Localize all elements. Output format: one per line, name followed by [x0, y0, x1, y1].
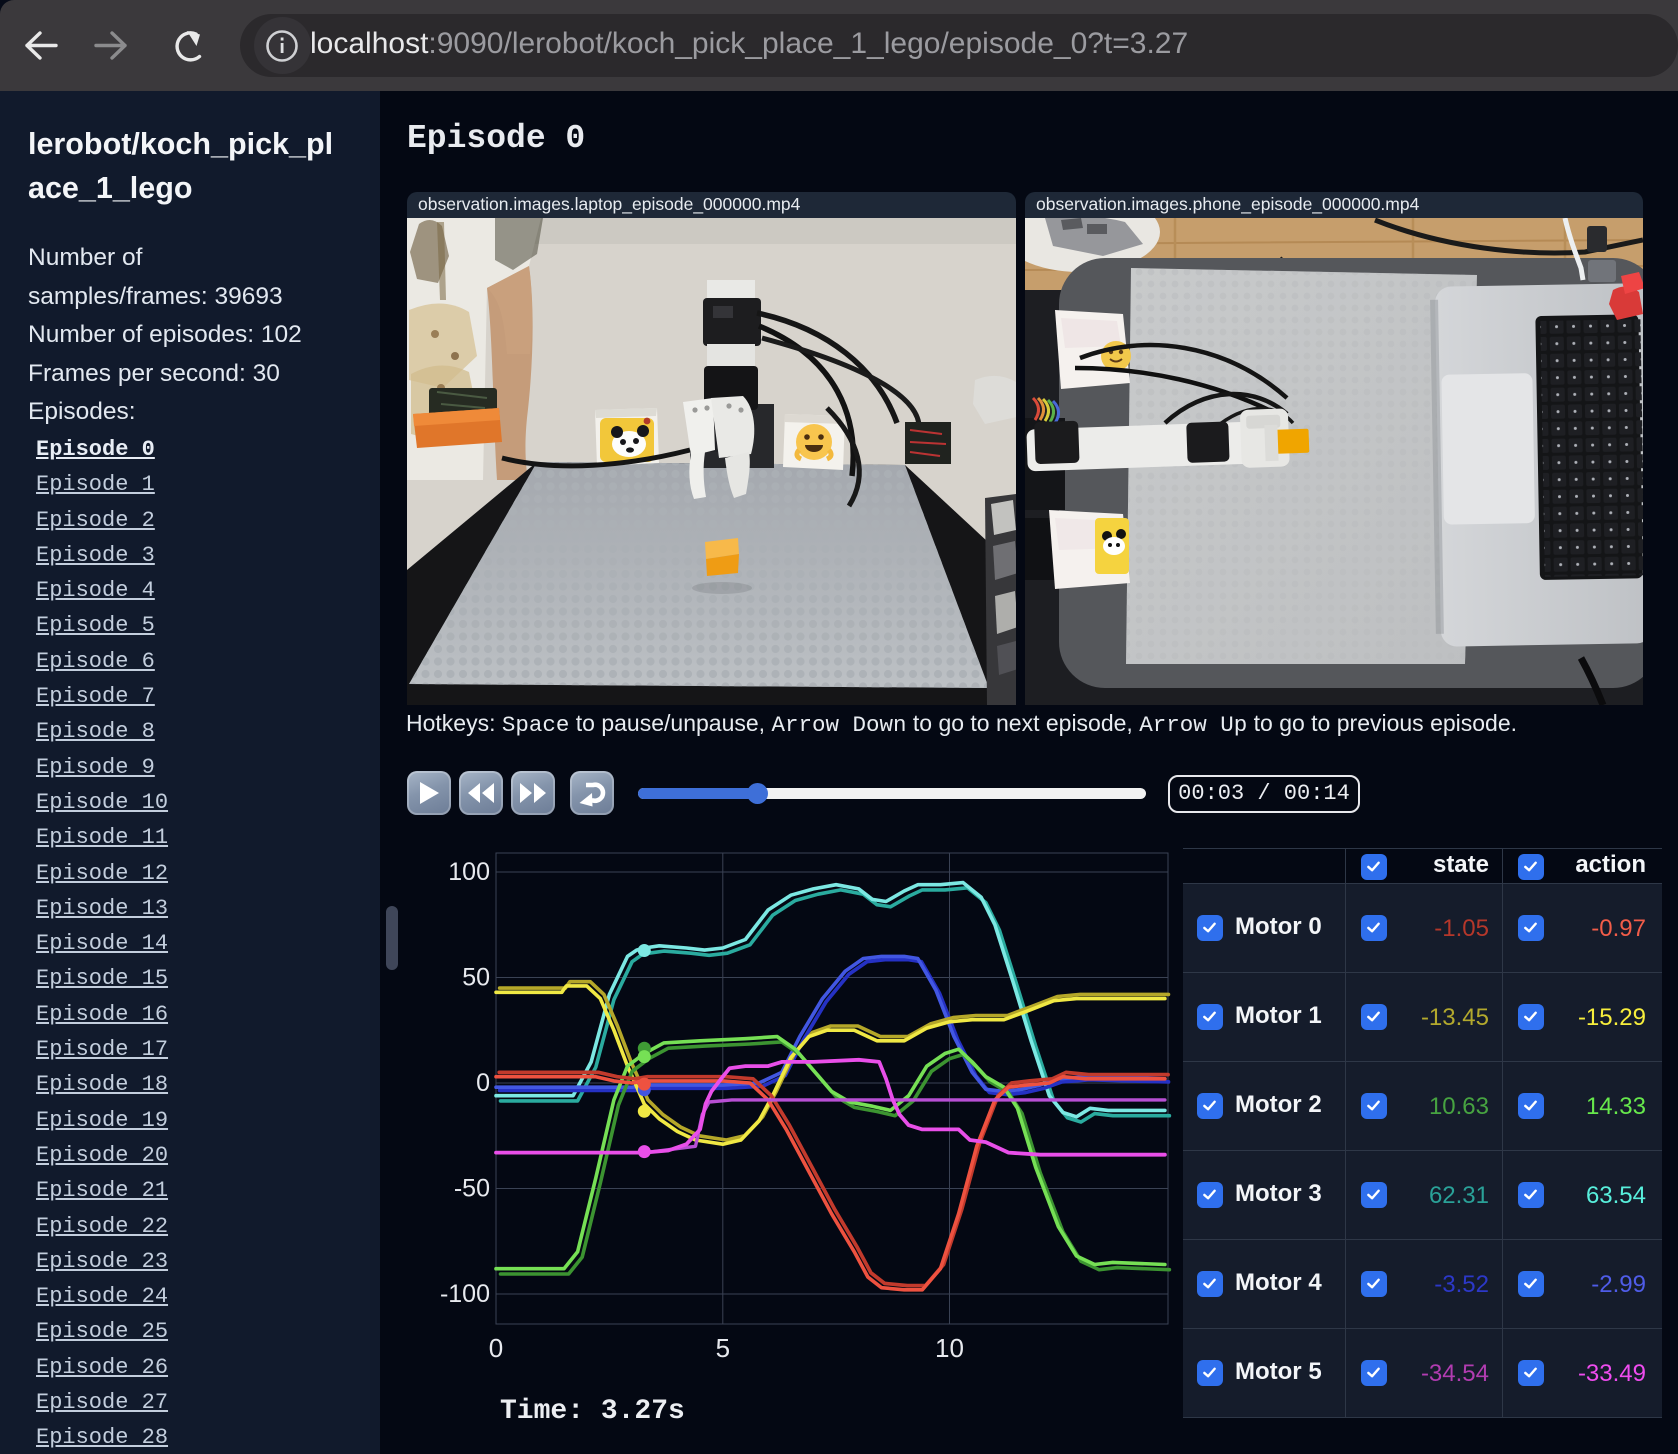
- svg-text:10: 10: [935, 1333, 964, 1363]
- svg-text:0: 0: [489, 1333, 503, 1363]
- svg-text:0: 0: [476, 1069, 490, 1097]
- svg-text:100: 100: [448, 858, 490, 886]
- svg-text:Time: 3.27s: Time: 3.27s: [500, 1396, 685, 1427]
- svg-text:-50: -50: [454, 1175, 490, 1203]
- svg-text:-100: -100: [440, 1280, 490, 1308]
- svg-text:5: 5: [716, 1333, 730, 1363]
- svg-text:50: 50: [462, 964, 490, 992]
